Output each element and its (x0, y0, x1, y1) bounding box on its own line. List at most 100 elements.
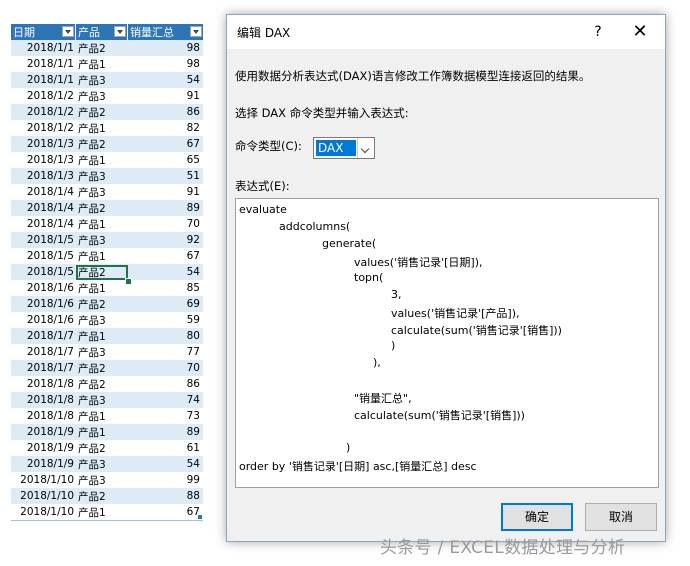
date-cell[interactable]: 2018/1/10 (11, 490, 76, 502)
sales-cell[interactable]: 91 (128, 186, 203, 198)
date-cell[interactable]: 2018/1/6 (11, 314, 76, 326)
product-cell[interactable]: 产品1 (76, 505, 128, 520)
sales-cell[interactable]: 74 (128, 394, 203, 406)
product-cell[interactable]: 产品3 (76, 393, 128, 408)
date-cell[interactable]: 2018/1/5 (11, 266, 76, 278)
date-cell[interactable]: 2018/1/1 (11, 58, 76, 70)
close-icon[interactable]: ✕ (627, 21, 653, 43)
sales-cell[interactable]: 88 (128, 490, 203, 502)
product-cell[interactable]: 产品2 (76, 105, 128, 120)
product-cell[interactable]: 产品1 (76, 281, 128, 296)
product-cell[interactable]: 产品1 (76, 57, 128, 72)
product-cell[interactable]: 产品3 (76, 73, 128, 88)
table-row[interactable]: 2018/1/1 产品2 98 (11, 40, 203, 56)
product-cell[interactable]: 产品2 (76, 297, 128, 312)
ok-button[interactable]: 确定 (501, 503, 573, 531)
sales-cell[interactable]: 67 (128, 250, 203, 262)
table-row[interactable]: 2018/1/2 产品3 91 (11, 88, 203, 104)
date-cell[interactable]: 2018/1/3 (11, 154, 76, 166)
sales-cell[interactable]: 86 (128, 378, 203, 390)
sales-cell[interactable]: 65 (128, 154, 203, 166)
product-cell[interactable]: 产品2 (76, 489, 128, 504)
sales-cell[interactable]: 86 (128, 106, 203, 118)
table-row[interactable]: 2018/1/10 产品2 88 (11, 488, 203, 504)
sales-cell[interactable]: 82 (128, 122, 203, 134)
date-cell[interactable]: 2018/1/1 (11, 42, 76, 54)
product-cell[interactable]: 产品3 (76, 473, 128, 488)
table-row[interactable]: 2018/1/4 产品3 91 (11, 184, 203, 200)
product-cell[interactable]: 产品2 (76, 137, 128, 152)
date-cell[interactable]: 2018/1/3 (11, 138, 76, 150)
product-cell[interactable]: 产品3 (76, 169, 128, 184)
sales-cell[interactable]: 54 (128, 74, 203, 86)
product-cell[interactable]: 产品3 (76, 185, 128, 200)
table-row[interactable]: 2018/1/7 产品3 77 (11, 344, 203, 360)
date-cell[interactable]: 2018/1/8 (11, 410, 76, 422)
table-row[interactable]: 2018/1/6 产品3 59 (11, 312, 203, 328)
sales-cell[interactable]: 69 (128, 298, 203, 310)
table-row[interactable]: 2018/1/10 产品3 99 (11, 472, 203, 488)
chevron-down-icon[interactable] (357, 138, 374, 158)
product-cell[interactable]: 产品1 (76, 121, 128, 136)
sales-cell[interactable]: 89 (128, 426, 203, 438)
dialog-titlebar[interactable]: 编辑 DAX ? ✕ (227, 15, 665, 49)
sales-cell[interactable]: 80 (128, 330, 203, 342)
date-cell[interactable]: 2018/1/6 (11, 298, 76, 310)
product-cell[interactable]: 产品2 (76, 201, 128, 216)
product-cell[interactable]: 产品1 (76, 329, 128, 344)
table-row[interactable]: 2018/1/6 产品2 69 (11, 296, 203, 312)
product-cell[interactable]: 产品2 (76, 361, 128, 376)
product-cell[interactable]: 产品3 (76, 233, 128, 248)
sales-cell[interactable]: 54 (128, 266, 203, 278)
table-row[interactable]: 2018/1/7 产品2 70 (11, 360, 203, 376)
date-cell[interactable]: 2018/1/8 (11, 394, 76, 406)
sales-cell[interactable]: 92 (128, 234, 203, 246)
date-cell[interactable]: 2018/1/9 (11, 458, 76, 470)
table-row[interactable]: 2018/1/10 产品1 67 (11, 504, 203, 520)
sales-cell[interactable]: 54 (128, 458, 203, 470)
table-row[interactable]: 2018/1/8 产品3 74 (11, 392, 203, 408)
filter-dropdown-icon[interactable] (190, 26, 202, 37)
sales-cell[interactable]: 61 (128, 442, 203, 454)
date-cell[interactable]: 2018/1/9 (11, 426, 76, 438)
header-product[interactable]: 产品 (76, 24, 128, 40)
sales-cell[interactable]: 67 (128, 506, 203, 518)
product-cell[interactable]: 产品3 (76, 89, 128, 104)
cancel-button[interactable]: 取消 (585, 503, 657, 531)
date-cell[interactable]: 2018/1/10 (11, 506, 76, 518)
table-row[interactable]: 2018/1/2 产品1 82 (11, 120, 203, 136)
date-cell[interactable]: 2018/1/2 (11, 106, 76, 118)
help-icon[interactable]: ? (585, 21, 611, 43)
date-cell[interactable]: 2018/1/5 (11, 250, 76, 262)
table-row[interactable]: 2018/1/6 产品1 85 (11, 280, 203, 296)
sales-cell[interactable]: 51 (128, 170, 203, 182)
product-cell[interactable]: 产品1 (76, 409, 128, 424)
date-cell[interactable]: 2018/1/3 (11, 170, 76, 182)
header-date[interactable]: 日期 (11, 24, 76, 40)
product-cell[interactable]: 产品3 (76, 313, 128, 328)
table-row[interactable]: 2018/1/1 产品3 54 (11, 72, 203, 88)
table-row[interactable]: 2018/1/7 产品1 80 (11, 328, 203, 344)
header-sales-total[interactable]: 销量汇总 (128, 24, 203, 40)
table-row[interactable]: 2018/1/9 产品1 89 (11, 424, 203, 440)
sales-cell[interactable]: 99 (128, 474, 203, 486)
sales-cell[interactable]: 70 (128, 218, 203, 230)
table-row[interactable]: 2018/1/5 产品2 54 (11, 264, 203, 280)
table-row[interactable]: 2018/1/9 产品2 61 (11, 440, 203, 456)
table-row[interactable]: 2018/1/4 产品2 89 (11, 200, 203, 216)
date-cell[interactable]: 2018/1/7 (11, 346, 76, 358)
product-cell[interactable]: 产品2 (76, 441, 128, 456)
table-row[interactable]: 2018/1/8 产品2 86 (11, 376, 203, 392)
product-cell[interactable]: 产品2 (76, 264, 128, 280)
sales-cell[interactable]: 89 (128, 202, 203, 214)
sales-cell[interactable]: 73 (128, 410, 203, 422)
product-cell[interactable]: 产品2 (76, 41, 128, 56)
table-row[interactable]: 2018/1/3 产品2 67 (11, 136, 203, 152)
selection-fill-handle[interactable] (125, 278, 132, 285)
table-row[interactable]: 2018/1/4 产品1 70 (11, 216, 203, 232)
table-resize-handle[interactable] (198, 515, 202, 519)
product-cell[interactable]: 产品1 (76, 425, 128, 440)
table-row[interactable]: 2018/1/5 产品1 67 (11, 248, 203, 264)
product-cell[interactable]: 产品1 (76, 153, 128, 168)
filter-dropdown-icon[interactable] (114, 26, 126, 37)
